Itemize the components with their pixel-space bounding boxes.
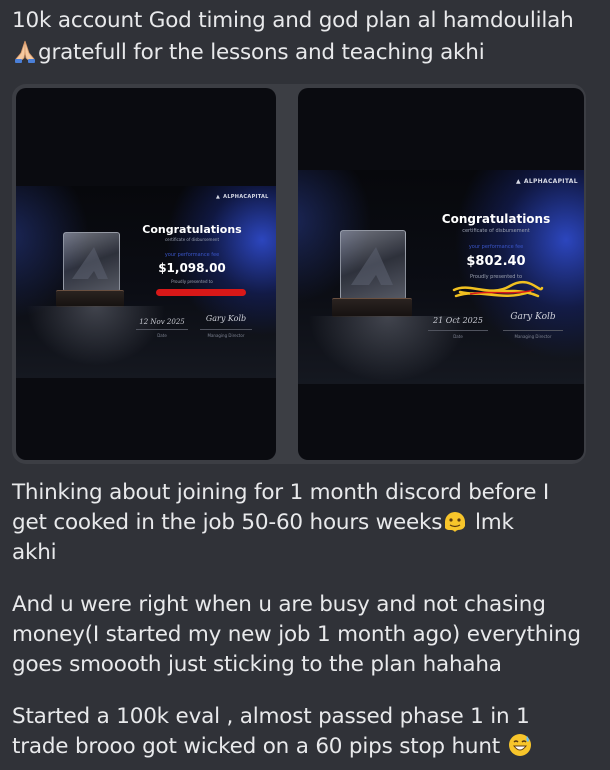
- brand-logo: ▲ ALPHACAPITAL: [516, 178, 578, 185]
- certificate-card: ▲ ALPHACAPITAL Congratulations certificat…: [16, 186, 276, 378]
- divider: [428, 330, 488, 331]
- image-attachments: ▲ ALPHACAPITAL Congratulations certificat…: [12, 84, 586, 464]
- certificate-image-1[interactable]: ▲ ALPHACAPITAL Congratulations certificat…: [16, 88, 276, 460]
- message-line: 10k account God timing and god plan al h…: [12, 8, 574, 33]
- melting-face-emoji-icon: [445, 512, 466, 532]
- certificate-card: ▲ ALPHACAPITAL Congratulations certificat…: [298, 170, 584, 384]
- message-line: goes smoooth just sticking to the plan h…: [12, 652, 502, 677]
- chat-message: 10k account God timing and god plan al h…: [0, 0, 610, 770]
- message-text: trade brooo got wicked on a 60 pips stop…: [12, 734, 500, 759]
- payout-amount: $802.40: [466, 254, 526, 269]
- certificate-subtitle: certificate of disbursement: [462, 228, 530, 234]
- signature: Gary Kolb: [510, 312, 556, 322]
- message-text: lmk: [468, 510, 514, 535]
- performance-fee-label: your performance fee: [164, 252, 220, 258]
- message-paragraph-3: And u were right when u are busy and not…: [12, 590, 600, 680]
- message-line: And u were right when u are busy and not…: [12, 592, 546, 617]
- presented-to-label: Proudly presented to: [171, 279, 213, 284]
- divider: [200, 329, 252, 330]
- message-line: trade brooo got wicked on a 60 pips stop…: [12, 732, 600, 762]
- payout-amount: $1,098.00: [158, 261, 226, 275]
- award-trophy: [63, 232, 120, 292]
- certificate-date: 21 Oct 2025: [433, 316, 483, 325]
- message-paragraph-4: Started a 100k eval , almost passed phas…: [12, 702, 600, 762]
- certificate-image-2[interactable]: ▲ ALPHACAPITAL Congratulations certificat…: [298, 88, 584, 460]
- folded-hands-emoji-icon: [15, 40, 35, 63]
- brand-logo: ▲ ALPHACAPITAL: [216, 194, 269, 200]
- message-line: Started a 100k eval , almost passed phas…: [12, 704, 530, 729]
- signature: Gary Kolb: [205, 314, 247, 323]
- message-paragraph-1: 10k account God timing and god plan al h…: [12, 6, 600, 68]
- date-label: Date: [453, 334, 463, 339]
- certificate-date: 12 Nov 2025: [139, 318, 185, 326]
- message-line: get cooked in the job 50-60 hours weeks …: [12, 508, 600, 538]
- divider: [503, 330, 563, 331]
- performance-fee-label: your performance fee: [468, 244, 524, 250]
- certificate-title: Congratulations: [142, 223, 242, 236]
- date-label: Date: [157, 333, 167, 338]
- message-line: akhi: [12, 540, 57, 565]
- trophy-base: [56, 290, 124, 307]
- triangle-logo-icon: ▲: [516, 178, 521, 185]
- redacted-name-scribble: [452, 280, 544, 298]
- redacted-name: [156, 289, 246, 296]
- message-text: get cooked in the job 50-60 hours weeks: [12, 510, 443, 535]
- floor-reflection: [308, 316, 468, 382]
- grinning-sweat-emoji-icon: [508, 734, 531, 756]
- signatory-label: Managing Director: [207, 333, 245, 338]
- divider: [136, 329, 188, 330]
- logo-engraving-icon: [72, 247, 108, 279]
- message-line: money(I started my new job 1 month ago) …: [12, 622, 581, 647]
- triangle-logo-icon: ▲: [216, 194, 221, 200]
- certificate-subtitle: certificate of disbursement: [164, 237, 220, 242]
- message-line: Thinking about joining for 1 month disco…: [12, 480, 550, 505]
- award-trophy: [340, 230, 406, 300]
- certificate-title: Congratulations: [441, 212, 551, 226]
- message-text: grateful​l for the lessons and teaching …: [38, 40, 485, 65]
- logo-engraving-icon: [351, 247, 393, 285]
- message-line: grateful​l for the lessons and teaching …: [12, 38, 600, 68]
- signatory-label: Managing Director: [514, 334, 552, 339]
- trophy-base: [332, 298, 412, 317]
- message-paragraph-2: Thinking about joining for 1 month disco…: [12, 478, 600, 568]
